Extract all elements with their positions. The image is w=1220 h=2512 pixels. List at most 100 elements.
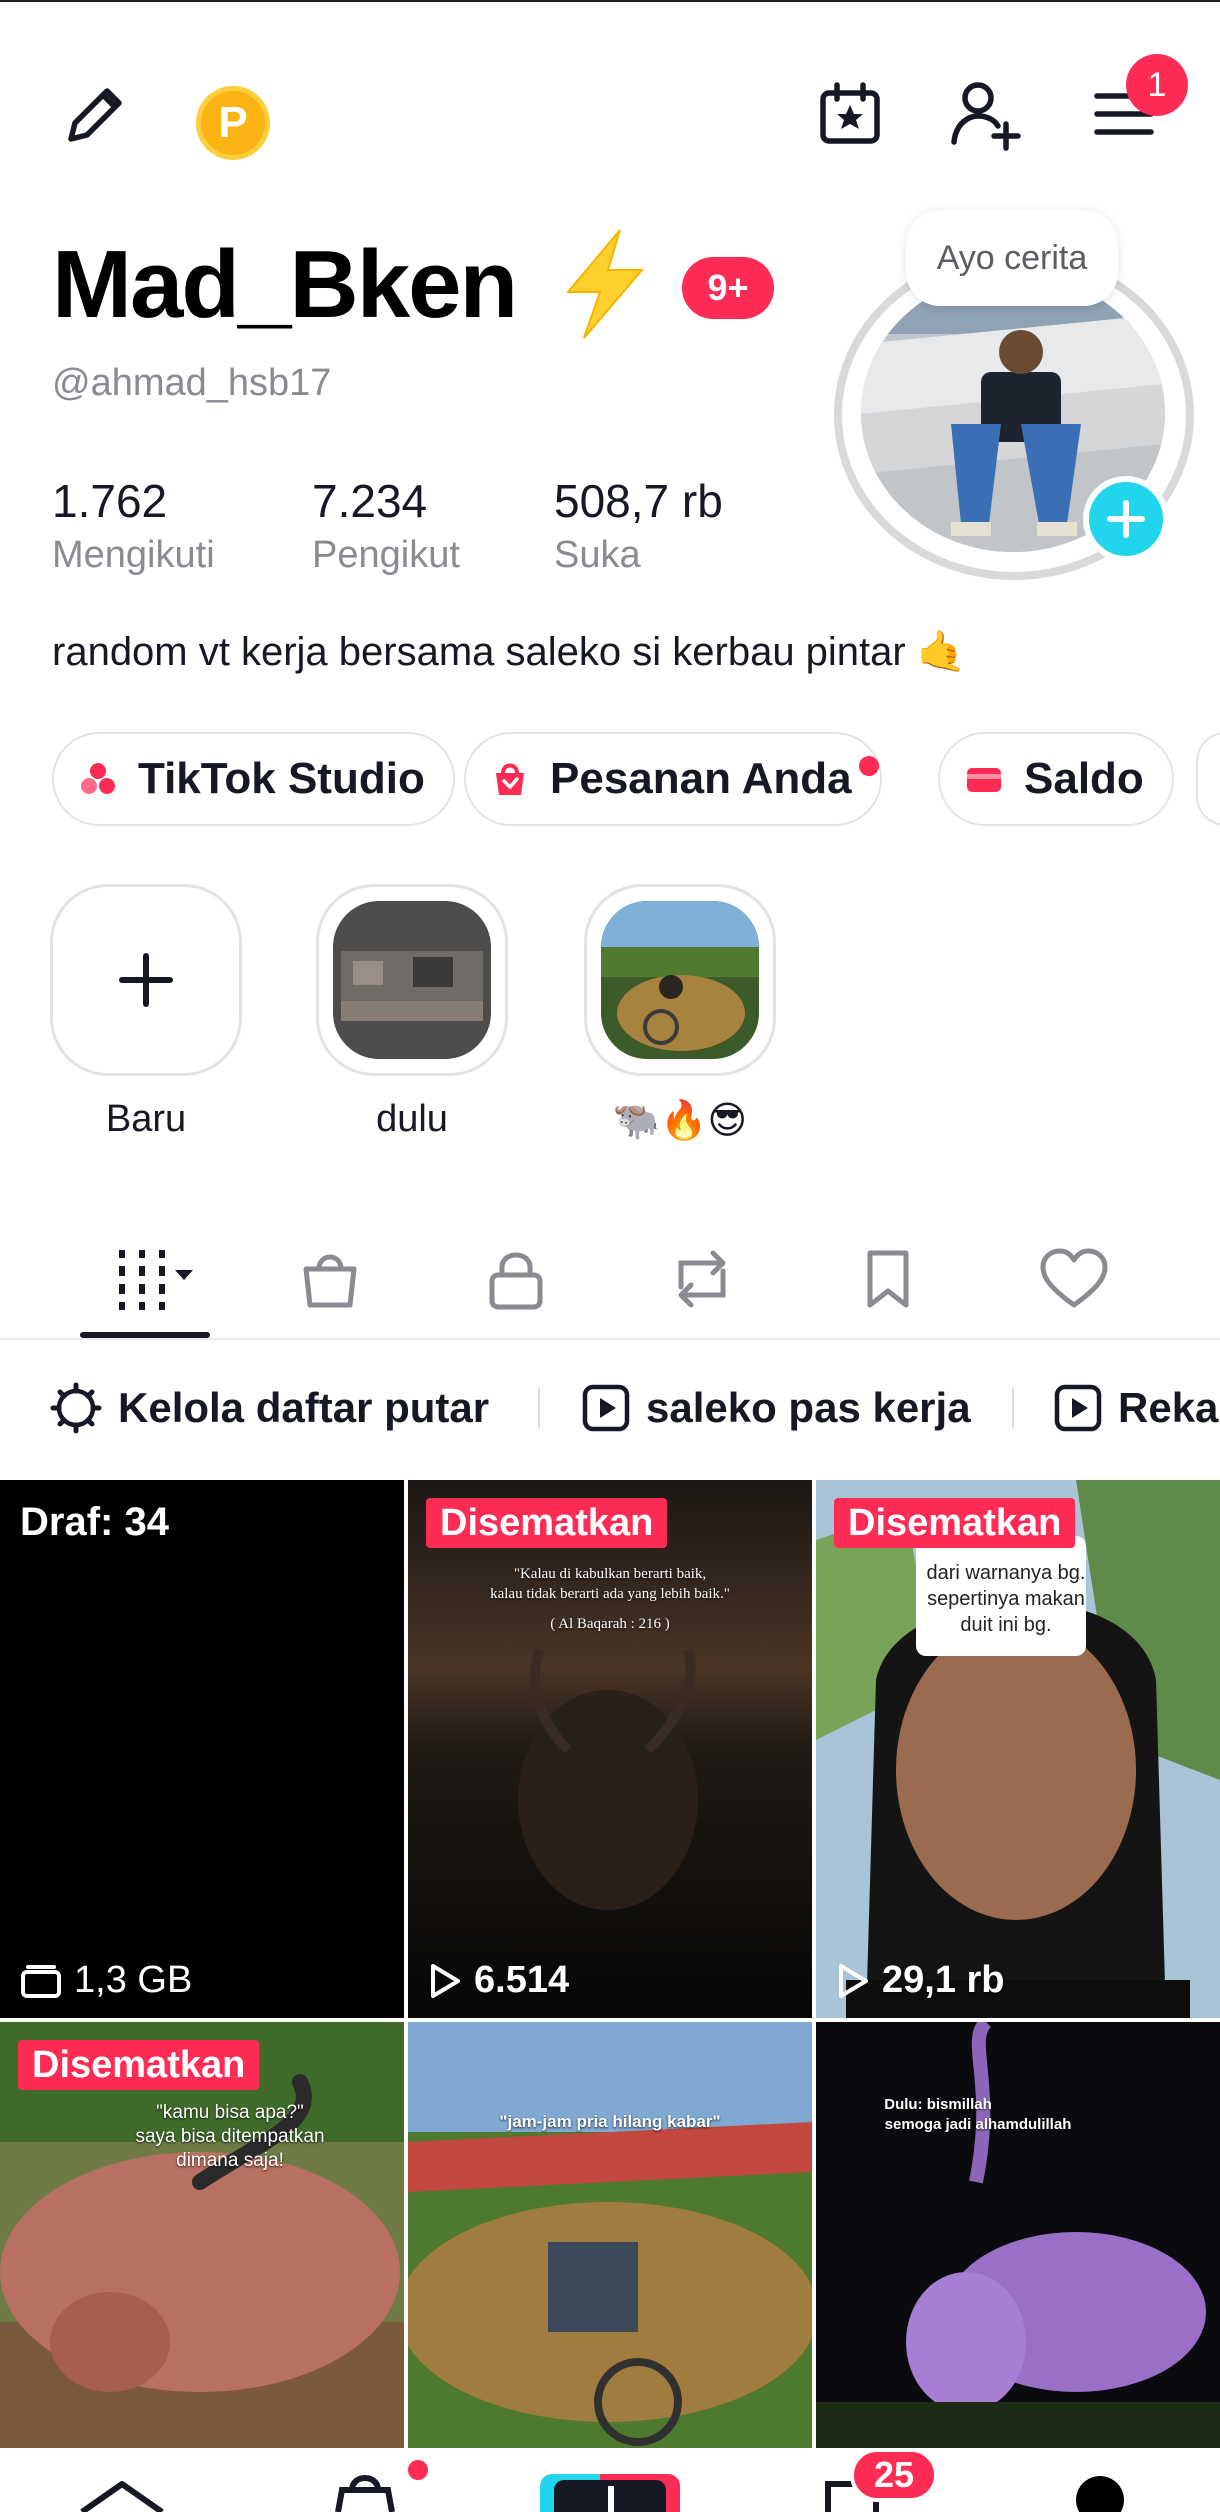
- playlist-saleko[interactable]: saleko pas kerja: [582, 1376, 971, 1440]
- video-tile[interactable]: Disematkan "Kalau di kabulkan berarti ba…: [408, 1480, 812, 2018]
- video-caption: ( Al Baqarah : 216 ): [550, 1616, 670, 1632]
- video-caption: dari warnanya bg.: [926, 1562, 1086, 1584]
- chip-orders[interactable]: Pesanan Anda: [464, 732, 882, 826]
- video-tile[interactable]: "jam-jam pria hilang kabar": [408, 2022, 812, 2448]
- view-count: 29,1 rb: [836, 1959, 1005, 2002]
- chip-more-partial[interactable]: [1196, 732, 1220, 826]
- chip-balance[interactable]: Saldo: [938, 732, 1174, 826]
- profile-nav-icon[interactable]: [1076, 2476, 1124, 2512]
- repost-icon: [678, 1250, 726, 1308]
- video-tile[interactable]: Dulu: bismillah semoga jadi alhamdulilla…: [816, 2022, 1220, 2448]
- video-caption: kalau tidak berarti ada yang lebih baik.…: [490, 1586, 730, 1602]
- playlist-reka[interactable]: Reka: [1054, 1376, 1218, 1440]
- stat-likes-label: Suka: [554, 534, 641, 576]
- highlight-dulu-label: dulu: [376, 1098, 448, 1140]
- video-thumbnail: [816, 1480, 1220, 2018]
- chip-tiktok-studio-label: TikTok Studio: [138, 754, 425, 803]
- chip-balance-label: Saldo: [1024, 754, 1144, 803]
- edit-pencil-icon[interactable]: [54, 76, 134, 156]
- highlight-new[interactable]: [50, 884, 242, 1076]
- liked-heart-icon: [1040, 1248, 1108, 1308]
- shop-icon: [303, 1254, 357, 1308]
- video-tile[interactable]: Disematkan dari warnanya bg. sepertinya …: [816, 1480, 1220, 2018]
- tab-repost[interactable]: [642, 1234, 762, 1324]
- stat-following-label: Mengikuti: [52, 534, 215, 576]
- video-caption: sepertinya makan: [927, 1588, 1085, 1610]
- video-thumbnail: [408, 1480, 812, 2018]
- orders-unread-dot: [859, 756, 879, 776]
- highlight-emoji[interactable]: [584, 884, 776, 1076]
- view-count-value: 29,1 rb: [882, 1959, 1005, 2001]
- video-caption: "jam-jam pria hilang kabar": [499, 2112, 721, 2131]
- drafts-size-value: 1,3 GB: [74, 1959, 193, 2001]
- highlight-dulu-thumb: [333, 901, 491, 1059]
- playlist-manage[interactable]: Kelola daftar putar: [50, 1376, 489, 1440]
- highlight-emoji-label: 🐃🔥😎: [612, 1100, 748, 1142]
- bio-text: random vt kerja bersama saleko si kerbau…: [52, 630, 967, 674]
- stat-followers-label: Pengikut: [312, 534, 460, 576]
- pinned-badge: Disematkan: [834, 1498, 1076, 1548]
- view-count-value: 6.514: [474, 1959, 570, 2001]
- tab-private[interactable]: [456, 1234, 576, 1324]
- tab-liked[interactable]: [1014, 1234, 1134, 1324]
- tabs-divider: [0, 1338, 1220, 1340]
- studio-icon: [78, 759, 118, 799]
- coin-icon[interactable]: P: [196, 86, 270, 160]
- pinned-badge: Disematkan: [426, 1498, 668, 1548]
- tab-shop[interactable]: [270, 1234, 390, 1324]
- add-friend-icon[interactable]: [946, 74, 1026, 154]
- notification-badge: 1: [1126, 54, 1188, 116]
- video-caption: "kamu bisa apa?": [156, 2102, 304, 2123]
- inbox-badge: 25: [850, 2448, 938, 2502]
- tab-saved[interactable]: [828, 1234, 948, 1324]
- chip-orders-label: Pesanan Anda: [550, 754, 852, 803]
- video-thumbnail: [408, 2022, 812, 2448]
- video-thumbnail: [816, 2022, 1220, 2448]
- video-caption: Dulu: bismillah: [884, 2096, 992, 2113]
- videos-grid-icon: [119, 1250, 193, 1310]
- stat-likes-value: 508,7 rb: [554, 475, 723, 527]
- level-badge[interactable]: 9+: [682, 257, 774, 319]
- video-tile[interactable]: Disematkan "kamu bisa apa?" saya bisa di…: [0, 2022, 404, 2448]
- play-icon: [839, 1963, 868, 1998]
- playlist-separator: [1012, 1388, 1014, 1428]
- private-lock-icon: [489, 1252, 543, 1310]
- bookmark-icon: [867, 1250, 909, 1308]
- bottom-navigation: [0, 2448, 1220, 2512]
- storage-icon: [21, 1964, 61, 1998]
- video-caption: duit ini bg.: [960, 1614, 1052, 1636]
- lightning-bolt-icon: [550, 226, 660, 342]
- highlight-new-label: Baru: [105, 1098, 187, 1140]
- username: @ahmad_hsb17: [52, 362, 332, 404]
- drafts-tile[interactable]: Draf: 34 1,3 GB: [0, 1480, 404, 2018]
- highlight-emoji-thumb: [601, 901, 759, 1059]
- drafts-size: 1,3 GB: [20, 1959, 192, 2002]
- home-icon[interactable]: [76, 2480, 168, 2512]
- playlist-play-icon: [1054, 1384, 1102, 1432]
- highlight-dulu[interactable]: [316, 884, 508, 1076]
- display-name: Mad_Bken: [52, 231, 518, 338]
- stat-followers-value: 7.234: [312, 475, 428, 527]
- drafts-count: Draf: 34: [20, 1500, 169, 1544]
- video-caption: dimana saja!: [176, 2150, 284, 2171]
- shop-unread-dot: [408, 2460, 428, 2480]
- playlist-play-icon: [582, 1384, 630, 1432]
- playlist-saleko-label: saleko pas kerja: [646, 1384, 971, 1431]
- play-icon: [431, 1963, 460, 1998]
- playlist-separator: [538, 1388, 540, 1428]
- create-button[interactable]: [540, 2474, 680, 2512]
- add-story-plus-icon[interactable]: [1083, 476, 1169, 562]
- chip-tiktok-studio[interactable]: TikTok Studio: [52, 732, 455, 826]
- shop-nav-icon[interactable]: [330, 2468, 400, 2512]
- tab-videos[interactable]: [90, 1234, 210, 1324]
- wallet-icon: [964, 759, 1004, 799]
- video-caption: semoga jadi alhamdulillah: [884, 2116, 1072, 2133]
- story-prompt-bubble[interactable]: Ayo cerita: [906, 210, 1118, 306]
- view-count: 6.514: [428, 1959, 569, 2002]
- pinned-badge: Disematkan: [18, 2040, 260, 2090]
- playlist-reka-label: Reka: [1118, 1384, 1219, 1431]
- calendar-star-icon[interactable]: [810, 74, 890, 154]
- shop-bag-icon: [490, 759, 530, 799]
- plus-icon: [119, 953, 173, 1007]
- playlist-manage-label: Kelola daftar putar: [118, 1384, 490, 1431]
